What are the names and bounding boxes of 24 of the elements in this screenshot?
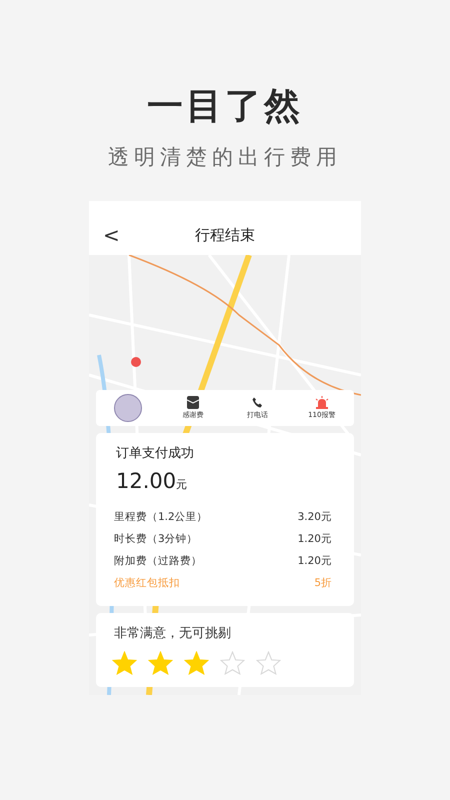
fee-label: 里程费（1.2公里） [114, 510, 208, 525]
alarm-icon [314, 396, 329, 409]
screen-title: 行程结束 [194, 225, 256, 246]
filled-star-icon[interactable] [112, 651, 137, 675]
empty-star-icon[interactable] [220, 651, 245, 675]
order-amount: 12.00元 [116, 468, 188, 495]
empty-star-icon[interactable] [256, 651, 281, 675]
fee-value: 1.20元 [298, 554, 332, 569]
fee-value: 1.20元 [298, 532, 332, 547]
fee-value: 3.20元 [298, 510, 332, 525]
headline: 一目了然 [147, 85, 303, 129]
fee-label: 附加费（过路费） [114, 554, 202, 569]
envelope-icon [186, 396, 199, 409]
order-status: 订单支付成功 [116, 445, 195, 463]
fee-value: 5折 [314, 576, 332, 591]
fee-label: 时长费（3分钟） [114, 532, 198, 547]
phone-icon [251, 396, 264, 409]
avatar[interactable] [114, 394, 142, 422]
filled-star-icon[interactable] [148, 651, 173, 675]
filled-star-icon[interactable] [184, 651, 209, 675]
fee-label: 优惠红包抵扣 [114, 576, 180, 591]
rating-text: 非常满意，无可挑剔 [114, 625, 232, 643]
back-button[interactable]: < [89, 223, 129, 247]
subtitle: 透明清楚的出行费用 [108, 144, 342, 171]
